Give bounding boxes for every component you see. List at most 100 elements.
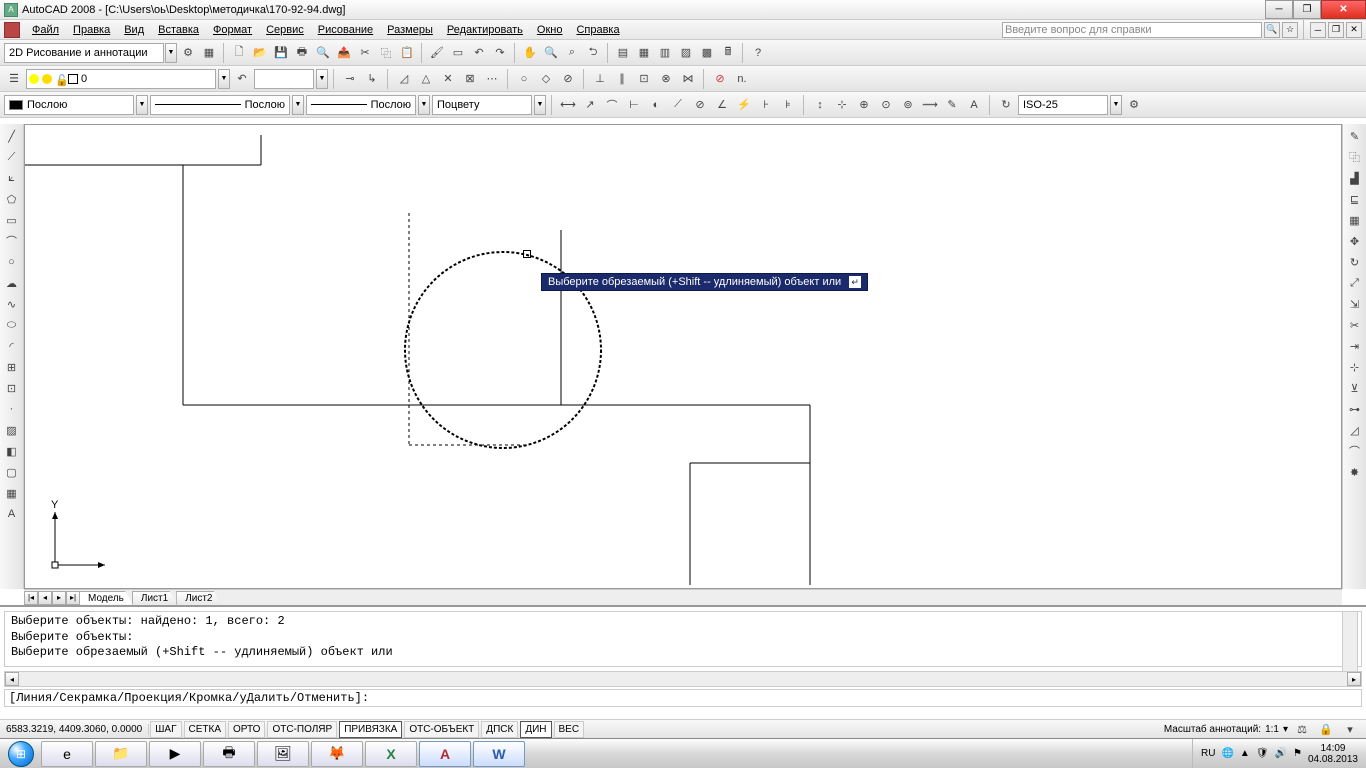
status-toggle-отс-поляр[interactable]: ОТС-ПОЛЯР [267, 721, 337, 738]
dim-jogged-icon[interactable]: ⟋ [668, 95, 688, 115]
menu-draw[interactable]: Рисование [312, 22, 379, 38]
stretch-icon[interactable]: ⇲ [1345, 294, 1365, 314]
match-prop-icon[interactable]: 🖌 [427, 43, 447, 63]
zoom-realtime-icon[interactable]: 🔍 [541, 43, 561, 63]
workspace-save-icon[interactable]: ▦ [199, 43, 219, 63]
taskbar-excel-icon[interactable]: X [365, 741, 417, 767]
osnap-none-icon[interactable]: ⊘ [710, 69, 730, 89]
markup-icon[interactable]: ▩ [697, 43, 717, 63]
save-icon[interactable]: 💾 [271, 43, 291, 63]
new-icon[interactable]: 🗋 [229, 43, 249, 63]
erase-icon[interactable]: ✎ [1345, 126, 1365, 146]
zoom-window-icon[interactable]: ⌕ [562, 43, 582, 63]
polygon-icon[interactable]: ⬠ [2, 189, 22, 209]
layer-selector[interactable]: 🔓 0 [26, 69, 216, 89]
menu-edit[interactable]: Правка [67, 22, 116, 38]
taskbar-hp-icon[interactable]: 🖶 [203, 741, 255, 767]
dim-update-icon[interactable]: ↻ [996, 95, 1016, 115]
tab-model[interactable]: Модель [79, 591, 133, 605]
osnap-center-icon[interactable]: ○ [514, 69, 534, 89]
cut-icon[interactable]: ✂ [355, 43, 375, 63]
command-history[interactable]: Выберите объекты: найдено: 1, всего: 2 В… [4, 611, 1362, 667]
osnap-nearest-icon[interactable]: ⋈ [678, 69, 698, 89]
taskbar-ie-icon[interactable]: e [41, 741, 93, 767]
dimstyle-manager-icon[interactable]: ⚙ [1124, 95, 1144, 115]
undo-icon[interactable]: ↶ [469, 43, 489, 63]
status-toggle-дпск[interactable]: ДПСК [481, 721, 518, 738]
layer-prev-icon[interactable]: ↶ [232, 69, 252, 89]
inspect-icon[interactable]: ⊚ [898, 95, 918, 115]
taskbar-autocad-icon[interactable]: A [419, 741, 471, 767]
copy-icon[interactable]: ⿻ [376, 43, 396, 63]
tray-volume-icon[interactable]: 🔊 [1275, 748, 1287, 759]
dim-baseline-icon[interactable]: ⊦ [756, 95, 776, 115]
status-tray-icon[interactable]: ▾ [1340, 719, 1360, 739]
copy-obj-icon[interactable]: ⿻ [1345, 147, 1365, 167]
tray-clock[interactable]: 14:09 04.08.2013 [1308, 743, 1358, 765]
tolerance-icon[interactable]: ⊕ [854, 95, 874, 115]
dropdown-icon[interactable]: ▼ [316, 69, 328, 89]
tab-prev-icon[interactable]: ◂ [38, 591, 52, 605]
osnap-intersection-icon[interactable]: ✕ [438, 69, 458, 89]
status-toggle-шаг[interactable]: ШАГ [150, 721, 181, 738]
tab-layout2[interactable]: Лист2 [176, 591, 221, 605]
scroll-left-icon[interactable]: ◂ [5, 672, 19, 686]
pan-icon[interactable]: ✋ [520, 43, 540, 63]
star-icon[interactable]: ☆ [1282, 22, 1298, 38]
osnap-endpoint-icon[interactable]: ◿ [394, 69, 414, 89]
color-selector[interactable]: Послою [4, 95, 134, 115]
menu-modify[interactable]: Редактировать [441, 22, 529, 38]
status-coords[interactable]: 6583.3219, 4409.3060, 0.0000 [0, 724, 149, 735]
layer-manager-icon[interactable]: ☰ [4, 69, 24, 89]
drawing-canvas[interactable]: Выберите обрезаемый (+Shift -- удлиняемы… [24, 124, 1342, 589]
plotstyle-selector[interactable]: Поцвету [432, 95, 532, 115]
dropdown-icon[interactable]: ▾ [1283, 724, 1288, 735]
dim-linear-icon[interactable]: ⟷ [558, 95, 578, 115]
menu-file[interactable]: Файл [26, 22, 65, 38]
array-icon[interactable]: ▦ [1345, 210, 1365, 230]
make-block-icon[interactable]: ⊡ [2, 378, 22, 398]
status-toggle-орто[interactable]: ОРТО [228, 721, 265, 738]
tool-palette-icon[interactable]: ▥ [655, 43, 675, 63]
lang-indicator[interactable]: RU [1201, 748, 1215, 759]
properties-icon[interactable]: ▤ [613, 43, 633, 63]
menu-dimension[interactable]: Размеры [381, 22, 439, 38]
extend-icon[interactable]: ⇥ [1345, 336, 1365, 356]
dim-arc-icon[interactable]: ⌒ [602, 95, 622, 115]
dim-continue-icon[interactable]: ⊧ [778, 95, 798, 115]
table-icon[interactable]: ▦ [2, 483, 22, 503]
menu-service[interactable]: Сервис [260, 22, 310, 38]
tray-flag-icon[interactable]: ⚑ [1293, 748, 1302, 759]
calc-icon[interactable]: 🖩 [718, 43, 738, 63]
taskbar-firefox-icon[interactable]: 🦊 [311, 741, 363, 767]
line-icon[interactable]: ╱ [2, 126, 22, 146]
taskbar-app-icon[interactable]: 🖼 [257, 741, 309, 767]
workspace-selector[interactable]: 2D Рисование и аннотации [4, 43, 164, 63]
open-icon[interactable]: 📂 [250, 43, 270, 63]
doc-restore-button[interactable]: ❐ [1328, 22, 1344, 38]
dropdown-icon[interactable]: ▼ [418, 95, 430, 115]
scale-icon[interactable]: ⤢ [1345, 273, 1365, 293]
dropdown-icon[interactable]: ▼ [292, 95, 304, 115]
start-button[interactable] [2, 740, 40, 768]
taskbar-word-icon[interactable]: W [473, 741, 525, 767]
chamfer-icon[interactable]: ◿ [1345, 420, 1365, 440]
help-icon[interactable]: ? [748, 43, 768, 63]
restore-button[interactable]: ❐ [1293, 0, 1321, 19]
polyline-icon[interactable]: ⟀ [2, 168, 22, 188]
offset-icon[interactable]: ⊑ [1345, 189, 1365, 209]
dim-space-icon[interactable]: ↕ [810, 95, 830, 115]
dropdown-icon[interactable]: ▼ [136, 95, 148, 115]
insert-block-icon[interactable]: ⊞ [2, 357, 22, 377]
osnap-tangent-icon[interactable]: ⊘ [558, 69, 578, 89]
status-toggle-сетка[interactable]: СЕТКА [184, 721, 227, 738]
search-icon[interactable]: 🔍 [1264, 22, 1280, 38]
dim-quick-icon[interactable]: ⚡ [734, 95, 754, 115]
tray-shield-icon[interactable]: 🛡 [1256, 748, 1269, 759]
rotate-icon[interactable]: ↻ [1345, 252, 1365, 272]
dropdown-icon[interactable]: ▼ [218, 69, 230, 89]
scroll-right-icon[interactable]: ▸ [1347, 672, 1361, 686]
taskbar-wmplayer-icon[interactable]: ▶ [149, 741, 201, 767]
tray-up-icon[interactable]: ▲ [1240, 748, 1250, 759]
designcenter-icon[interactable]: ▦ [634, 43, 654, 63]
